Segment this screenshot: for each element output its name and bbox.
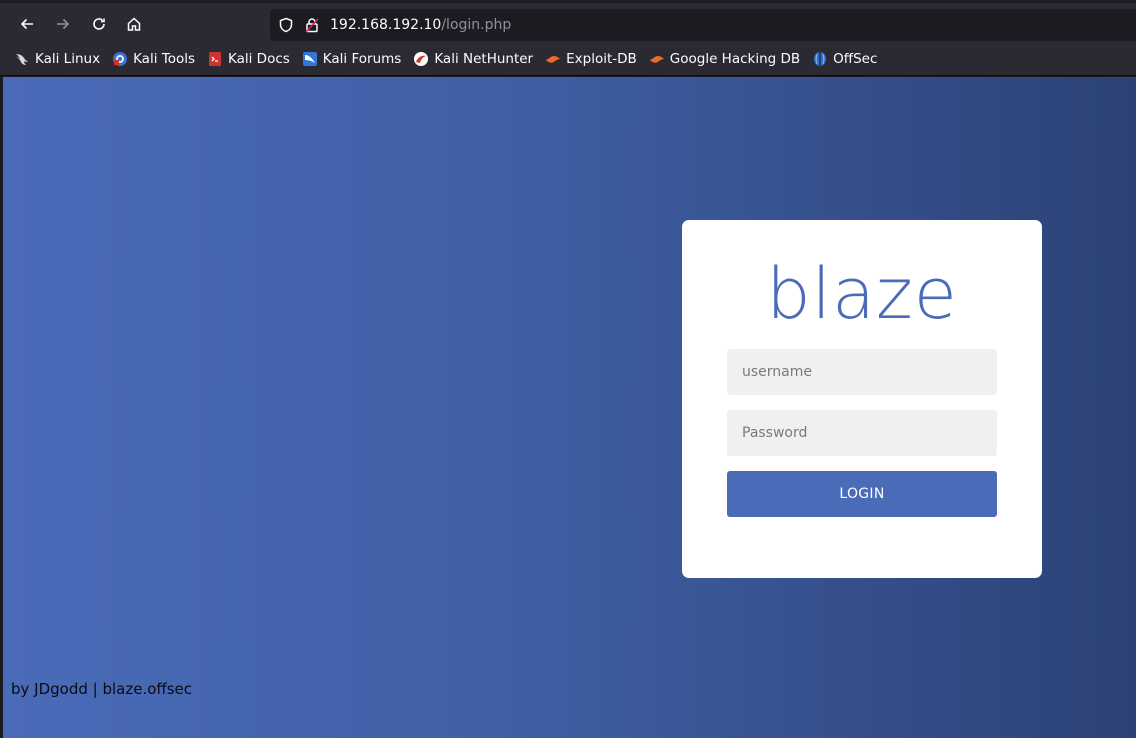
page-background: blaze LOGIN by JDgodd | blaze.offsec [3,77,1136,738]
insecure-lock-icon[interactable] [304,17,320,33]
bookmark-kali-docs[interactable]: Kali Docs [207,51,290,67]
reload-icon [93,18,105,30]
exploit-db-icon [545,51,561,67]
google-hacking-db-icon [649,51,665,67]
arrow-right-icon [57,18,70,30]
username-input[interactable] [727,349,997,395]
blaze-logo: blaze [766,253,958,335]
forward-button[interactable] [48,10,78,38]
home-button[interactable] [119,10,149,38]
kali-forums-icon [302,51,318,67]
back-button[interactable] [12,10,42,38]
home-icon [127,17,141,31]
kali-nethunter-icon [413,51,429,67]
bookmark-kali-tools[interactable]: Kali Tools [112,51,195,67]
bookmark-kali-linux[interactable]: Kali Linux [14,51,100,67]
url-text[interactable]: 192.168.192.10/login.php [330,17,511,33]
bookmark-exploit-db[interactable]: Exploit-DB [545,51,637,67]
bookmarks-bar: Kali Linux Kali Tools Kali Docs Kali For… [0,43,1136,76]
footer-credit: by JDgodd | blaze.offsec [11,680,193,698]
bookmark-google-hacking-db[interactable]: Google Hacking DB [649,51,800,67]
bookmark-label: Kali Docs [228,51,290,67]
shield-icon[interactable] [278,17,294,33]
login-card: blaze LOGIN [682,220,1042,578]
reload-button[interactable] [84,10,114,38]
login-button[interactable]: LOGIN [727,471,997,517]
browser-toolbar: 192.168.192.10/login.php [0,0,1136,43]
bookmark-kali-forums[interactable]: Kali Forums [302,51,402,67]
arrow-left-icon [20,18,33,30]
url-bar[interactable]: 192.168.192.10/login.php [270,9,1136,41]
url-host: 192.168.192.10 [330,17,442,33]
offsec-icon [812,51,828,67]
url-path: /login.php [441,17,512,33]
bookmark-label: Kali NetHunter [434,51,534,67]
bookmark-label: Exploit-DB [566,51,637,67]
password-input[interactable] [727,410,997,456]
bookmark-offsec[interactable]: OffSec [812,51,877,67]
bookmark-label: Google Hacking DB [669,51,801,67]
bookmark-label: OffSec [833,51,878,67]
bookmark-label: Kali Tools [133,51,195,67]
kali-dragon-icon [14,51,30,67]
kali-docs-icon [207,51,223,67]
bookmark-label: Kali Forums [322,51,402,67]
kali-tools-icon [112,51,128,67]
bookmark-kali-nethunter[interactable]: Kali NetHunter [413,51,533,67]
bookmark-label: Kali Linux [35,51,101,67]
